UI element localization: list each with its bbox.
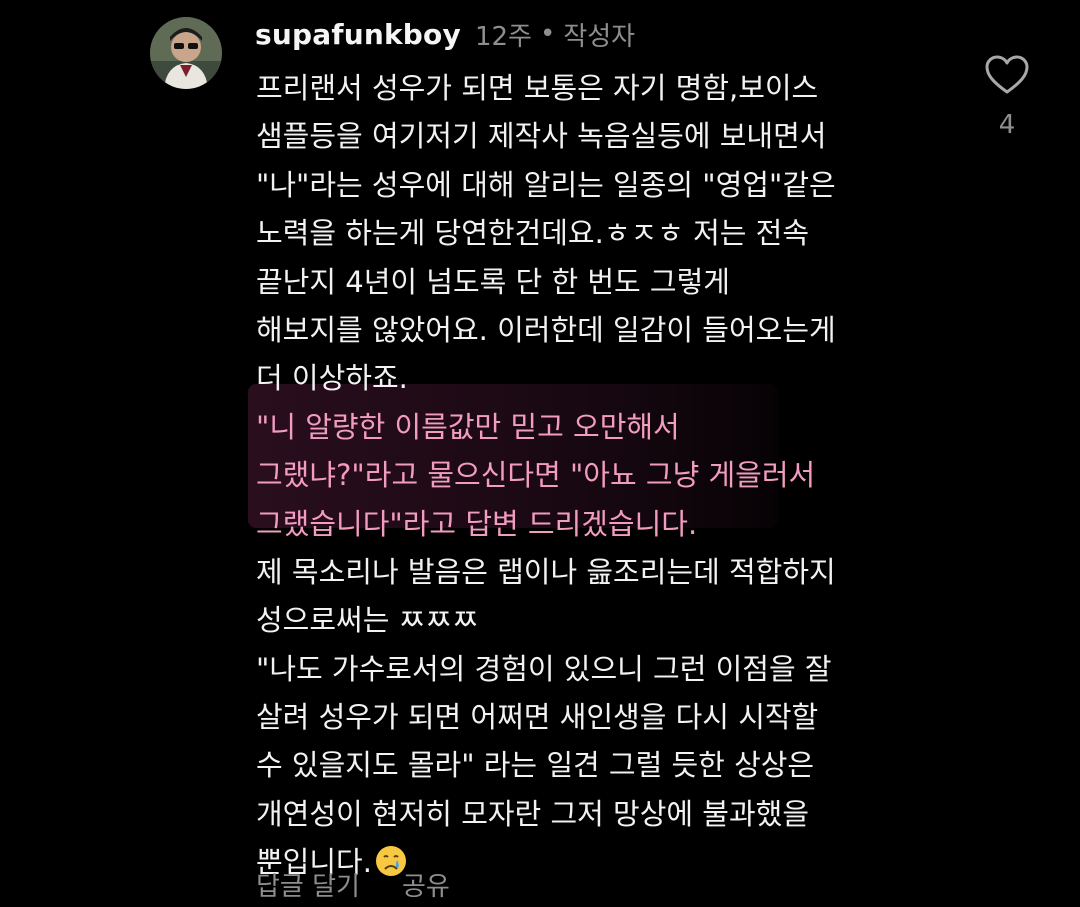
comment-line: 해보지를 않았어요. 이러한데 일감이 들어오는게 [256,312,836,347]
username[interactable]: supafunkboy [255,18,461,51]
comment-line-highlighted: "니 알량한 이름값만 믿고 오만해서 [256,409,680,444]
avatar-image [150,17,222,89]
heart-icon[interactable] [985,55,1029,95]
comment-actions: 답글 달기 공유 [256,866,450,903]
share-button[interactable]: 공유 [402,866,450,903]
comment-line: 성으로써는 ㅉㅉㅉ [256,603,479,638]
separator-dot: • [539,19,556,49]
comment-line: 수 있을지도 몰라" 라는 일견 그럴 듯한 상상은 [256,748,815,783]
comment-body: 프리랜서 성우가 되면 보통은 자기 명함,보이스 샘플등을 여기저기 제작사 … [256,64,946,887]
comment-line: 살려 성우가 되면 어쩌면 새인생을 다시 시작할 [256,700,819,735]
comment-line: 노력을 하는게 당연한건데요.ㅎㅈㅎ 저는 전속 [256,216,810,251]
avatar[interactable] [150,17,222,89]
comment-line: "나"라는 성우에 대해 알리는 일종의 "영업"같은 [256,167,836,202]
timestamp: 12주 [474,21,532,52]
reply-button[interactable]: 답글 달기 [256,866,360,903]
comment-line: 개연성이 현저히 모자란 그저 망상에 불과했을 [256,796,810,831]
comment-line: "나도 가수로서의 경험이 있으니 그런 이점을 잘 [256,651,832,686]
comment-line: 샘플등을 여기저기 제작사 녹음실등에 보내면서 [256,119,827,154]
comment-line: 프리랜서 성우가 되면 보통은 자기 명함,보이스 [256,71,819,105]
comment-line: 더 이상하죠. [256,361,408,396]
comment-line: 제 목소리나 발음은 랩이나 읊조리는데 적합하지 [256,554,836,589]
comment-line-highlighted: 그랬냐?"라고 물으신다면 "아뇨 그냥 게을러서 [256,458,816,493]
comment-line: 끝난지 4년이 넘도록 단 한 번도 그렇게 [256,264,730,299]
author-badge: 작성자 [563,21,636,52]
comment-header: supafunkboy 12주 • 작성자 [255,14,635,54]
comment-line-highlighted: 그랬습니다"라고 답변 드리겠습니다. [256,506,698,541]
comment: supafunkboy 12주 • 작성자 프리랜서 성우가 되면 보통은 자기… [0,0,1080,907]
like-count: 4 [998,110,1016,140]
